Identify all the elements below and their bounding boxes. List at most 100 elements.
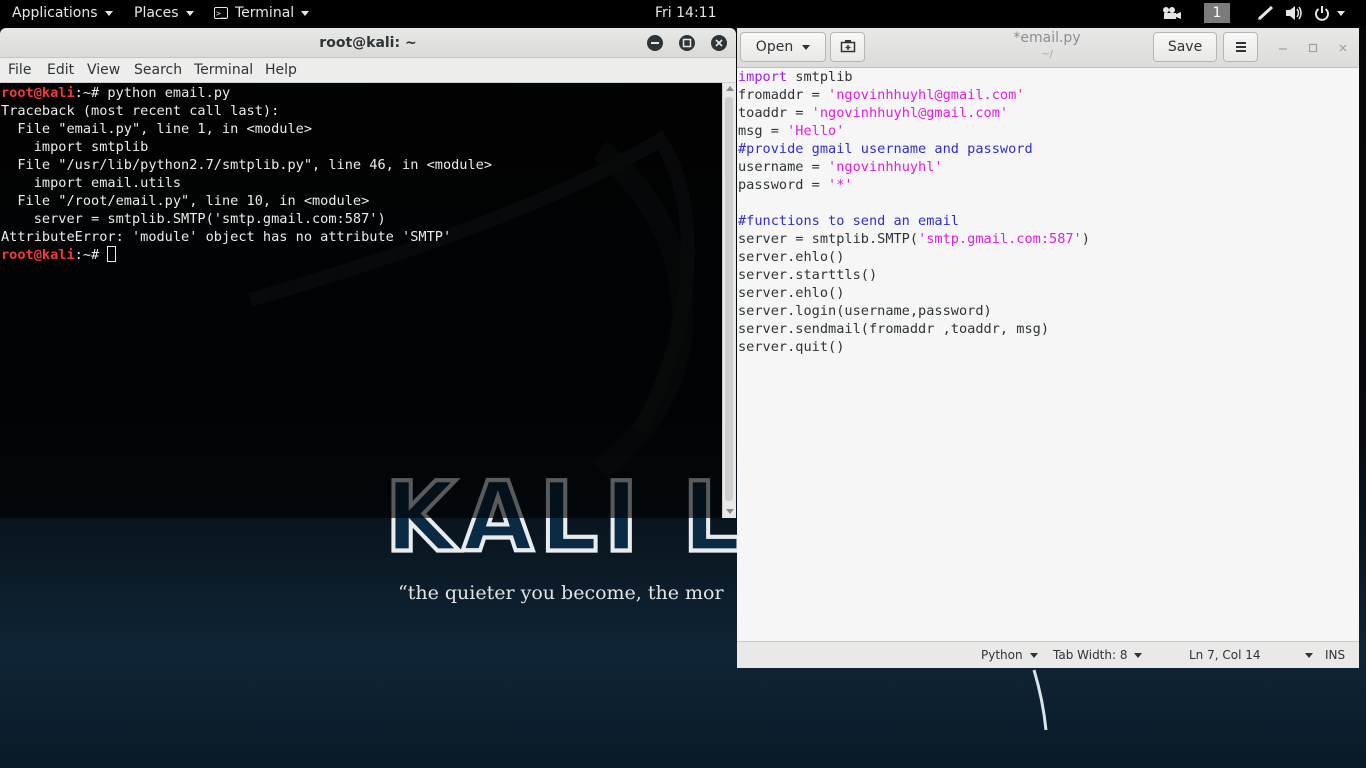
code-line: msg = 'Hello' xyxy=(738,122,1090,140)
code-line: password = '*' xyxy=(738,176,1090,194)
scroll-up-icon[interactable] xyxy=(726,86,734,91)
cursor-position-selector[interactable]: Ln 7, Col 14 xyxy=(1189,642,1313,668)
scroll-down-icon[interactable] xyxy=(726,509,734,514)
code-line: server = smtplib.SMTP('smtp.gmail.com:58… xyxy=(738,230,1090,248)
chevron-down-icon xyxy=(1337,10,1345,16)
code-token: toaddr = xyxy=(738,105,812,121)
menu-file[interactable]: File xyxy=(8,58,31,83)
maximize-button[interactable] xyxy=(1307,42,1319,56)
string-token: 'ngovinhhuyhl' xyxy=(828,159,943,175)
minimize-icon xyxy=(651,42,659,44)
document-title: *email.py xyxy=(1013,30,1081,46)
code-token: password = xyxy=(738,177,829,193)
terminal-output-line: import email.utils xyxy=(1,175,182,191)
terminal-output[interactable]: root@kali:~# python email.py Traceback (… xyxy=(0,83,722,518)
code-token: msg = xyxy=(738,123,788,139)
minimize-button[interactable] xyxy=(647,35,663,51)
chevron-down-icon xyxy=(301,10,310,16)
string-token: '*' xyxy=(828,177,853,193)
scrollbar-thumb[interactable] xyxy=(725,97,733,501)
chevron-down-icon xyxy=(1304,652,1313,658)
code-line: server.ehlo() xyxy=(738,285,845,301)
tab-width-selector[interactable]: Tab Width: 8 xyxy=(1053,642,1143,668)
power-menu[interactable] xyxy=(1314,0,1345,26)
terminal-output-line: File "email.py", line 1, in <module> xyxy=(1,121,312,137)
cursor-position-label: Ln 7, Col 14 xyxy=(1189,648,1261,662)
terminal-command-line: root@kali:~# python email.py xyxy=(1,84,492,102)
language-label: Python xyxy=(981,648,1023,662)
open-label: Open xyxy=(755,39,794,55)
menu-help[interactable]: Help xyxy=(265,58,297,83)
places-label: Places xyxy=(134,5,179,21)
wallpaper-tagline: “the quieter you become, the mor xyxy=(398,582,724,604)
keyword-token: import xyxy=(738,69,788,85)
save-button[interactable]: Save xyxy=(1153,32,1217,62)
terminal-output-line: Traceback (most recent call last): xyxy=(1,103,280,119)
terminal-prompt-line[interactable]: root@kali:~# xyxy=(1,246,492,264)
maximize-button[interactable] xyxy=(679,35,695,51)
pen-icon[interactable] xyxy=(1257,0,1275,26)
close-icon xyxy=(715,39,723,47)
gedit-window[interactable]: Open *email.py ~/ Save import smtplib fr… xyxy=(737,28,1359,668)
prompt-user: root@kali xyxy=(1,85,75,101)
new-tab-button[interactable] xyxy=(830,32,865,62)
minimize-button[interactable] xyxy=(1277,42,1289,56)
terminal-app-menu[interactable]: >_ Terminal xyxy=(214,0,310,26)
code-line: fromaddr = 'ngovinhhuyhl@gmail.com' xyxy=(738,86,1090,104)
string-token: 'ngovinhhuyhl@gmail.com' xyxy=(811,105,1009,121)
code-token: fromaddr = xyxy=(738,87,829,103)
new-document-icon xyxy=(840,40,855,53)
chevron-down-icon xyxy=(104,10,113,16)
close-button[interactable] xyxy=(711,35,727,51)
clock[interactable]: Fri 14:11 xyxy=(655,0,716,26)
terminal-app-label: Terminal xyxy=(235,5,295,21)
camera-icon[interactable] xyxy=(1162,0,1182,26)
terminal-titlebar[interactable]: root@kali: ~ xyxy=(0,28,736,58)
top-panel: Applications Places >_ Terminal Fri 14:1… xyxy=(0,0,1366,26)
chevron-down-icon xyxy=(185,10,194,16)
code-line: toaddr = 'ngovinhhuyhl@gmail.com' xyxy=(738,104,1090,122)
code-line: import smtplib xyxy=(738,68,1090,86)
terminal-menubar: File Edit View Search Terminal Help xyxy=(0,58,736,83)
workspace-number: 1 xyxy=(1204,3,1230,23)
menu-edit[interactable]: Edit xyxy=(47,58,74,83)
clock-label: Fri 14:11 xyxy=(655,5,717,21)
hamburger-menu-icon xyxy=(1235,42,1246,52)
comment-line: #provide gmail username and password xyxy=(738,141,1033,157)
language-selector[interactable]: Python xyxy=(981,642,1038,668)
gedit-headerbar[interactable]: Open *email.py ~/ Save xyxy=(737,28,1359,68)
menu-view[interactable]: View xyxy=(87,58,120,83)
volume-icon[interactable] xyxy=(1285,0,1303,26)
terminal-output-line: import smtplib xyxy=(1,139,149,155)
chevron-down-icon xyxy=(1134,652,1143,658)
code-editor[interactable]: import smtplib fromaddr = 'ngovinhhuyhl@… xyxy=(737,68,1359,641)
text-cursor xyxy=(107,246,117,262)
places-menu[interactable]: Places xyxy=(134,0,194,26)
chevron-down-icon xyxy=(802,44,811,50)
insert-mode-label: INS xyxy=(1325,648,1346,662)
comment-line: #functions to send an email xyxy=(738,213,959,229)
code-token: username = xyxy=(738,159,829,175)
empty-line xyxy=(738,194,1090,212)
hamburger-menu-button[interactable] xyxy=(1223,32,1258,62)
string-token: 'ngovinhhuyhl@gmail.com' xyxy=(828,87,1025,103)
code-line: server.sendmail(fromaddr ,toaddr, msg) xyxy=(738,321,1049,337)
close-button[interactable] xyxy=(1337,42,1349,56)
string-token: 'Hello' xyxy=(787,123,845,139)
applications-menu[interactable]: Applications xyxy=(12,0,113,26)
terminal-scrollbar[interactable] xyxy=(722,83,736,518)
gedit-statusbar: Python Tab Width: 8 Ln 7, Col 14 INS xyxy=(737,641,1359,668)
menu-search[interactable]: Search xyxy=(134,58,182,83)
terminal-output-line: File "/root/email.py", line 10, in <modu… xyxy=(1,193,370,209)
insert-mode-indicator: INS xyxy=(1325,642,1345,668)
code-line: server.quit() xyxy=(738,339,845,355)
minimize-icon xyxy=(1279,48,1287,50)
terminal-window[interactable]: root@kali: ~ File Edit View Search Termi… xyxy=(0,28,736,518)
workspace-indicator[interactable]: 1 xyxy=(1204,3,1230,23)
prompt-suffix: :~# xyxy=(74,247,108,263)
prompt-user: root@kali xyxy=(1,247,75,263)
document-path: ~/ xyxy=(1041,49,1053,60)
menu-terminal[interactable]: Terminal xyxy=(194,58,253,83)
power-icon xyxy=(1315,6,1329,21)
open-button[interactable]: Open xyxy=(740,32,826,62)
